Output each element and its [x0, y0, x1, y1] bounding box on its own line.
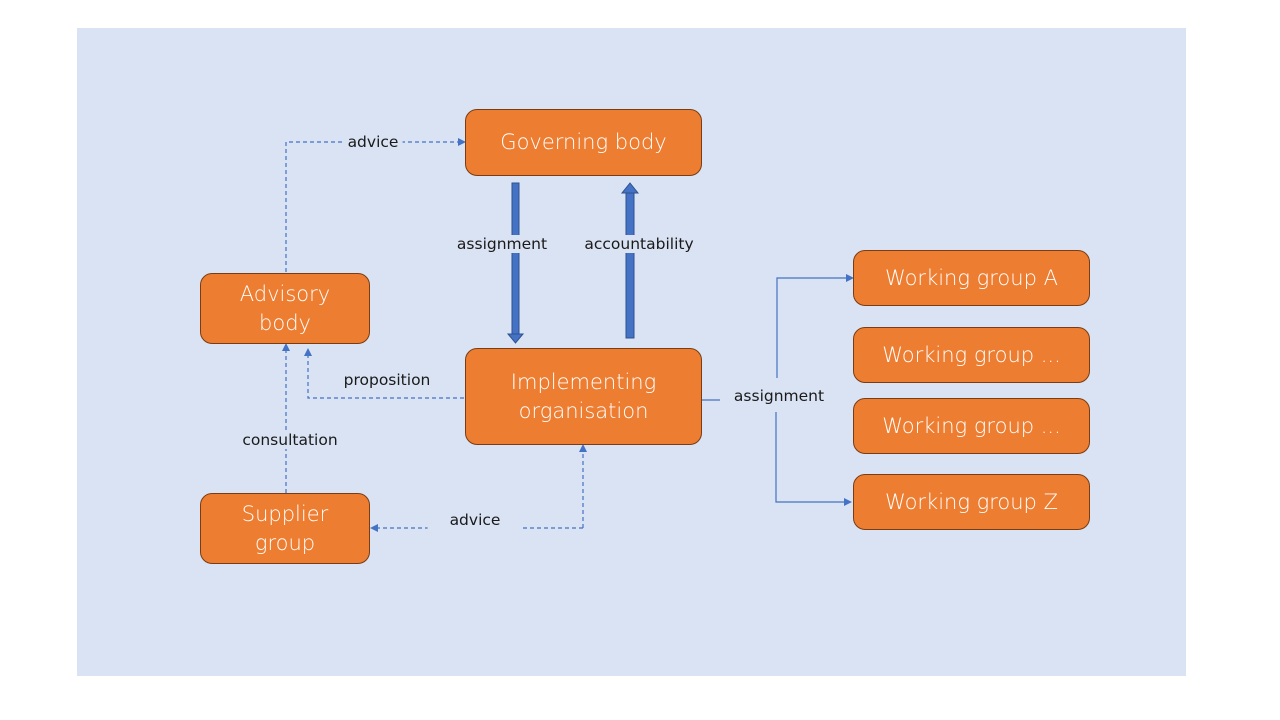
node-working-group-a[interactable]: Working group A — [853, 250, 1090, 306]
node-working-group-2[interactable]: Working group ... — [853, 327, 1090, 383]
node-supplier-group[interactable]: Supplier group — [200, 493, 370, 564]
edge-assignment-to-wg-z — [775, 412, 852, 506]
label-proposition: proposition — [343, 371, 431, 389]
label-assignment-right: assignment — [725, 387, 833, 405]
node-governing-body[interactable]: Governing body — [465, 109, 702, 176]
label-advice-bottom: advice — [427, 511, 523, 529]
edge-assignment-to-wg-a — [776, 274, 854, 378]
node-working-group-z[interactable]: Working group Z — [853, 474, 1090, 530]
node-implementing-organisation[interactable]: Implementing organisation — [465, 348, 702, 445]
block-arrow-accountability — [620, 182, 640, 339]
node-advisory-body[interactable]: Advisory body — [200, 273, 370, 344]
block-arrow-assignment — [506, 182, 525, 344]
label-consultation: consultation — [238, 431, 342, 449]
label-assignment-vertical: assignment — [452, 235, 552, 253]
edge-advice-advisory-to-governing — [285, 138, 466, 272]
label-advice-top: advice — [343, 133, 403, 151]
label-accountability: accountability — [580, 235, 698, 253]
node-working-group-3[interactable]: Working group ... — [853, 398, 1090, 454]
